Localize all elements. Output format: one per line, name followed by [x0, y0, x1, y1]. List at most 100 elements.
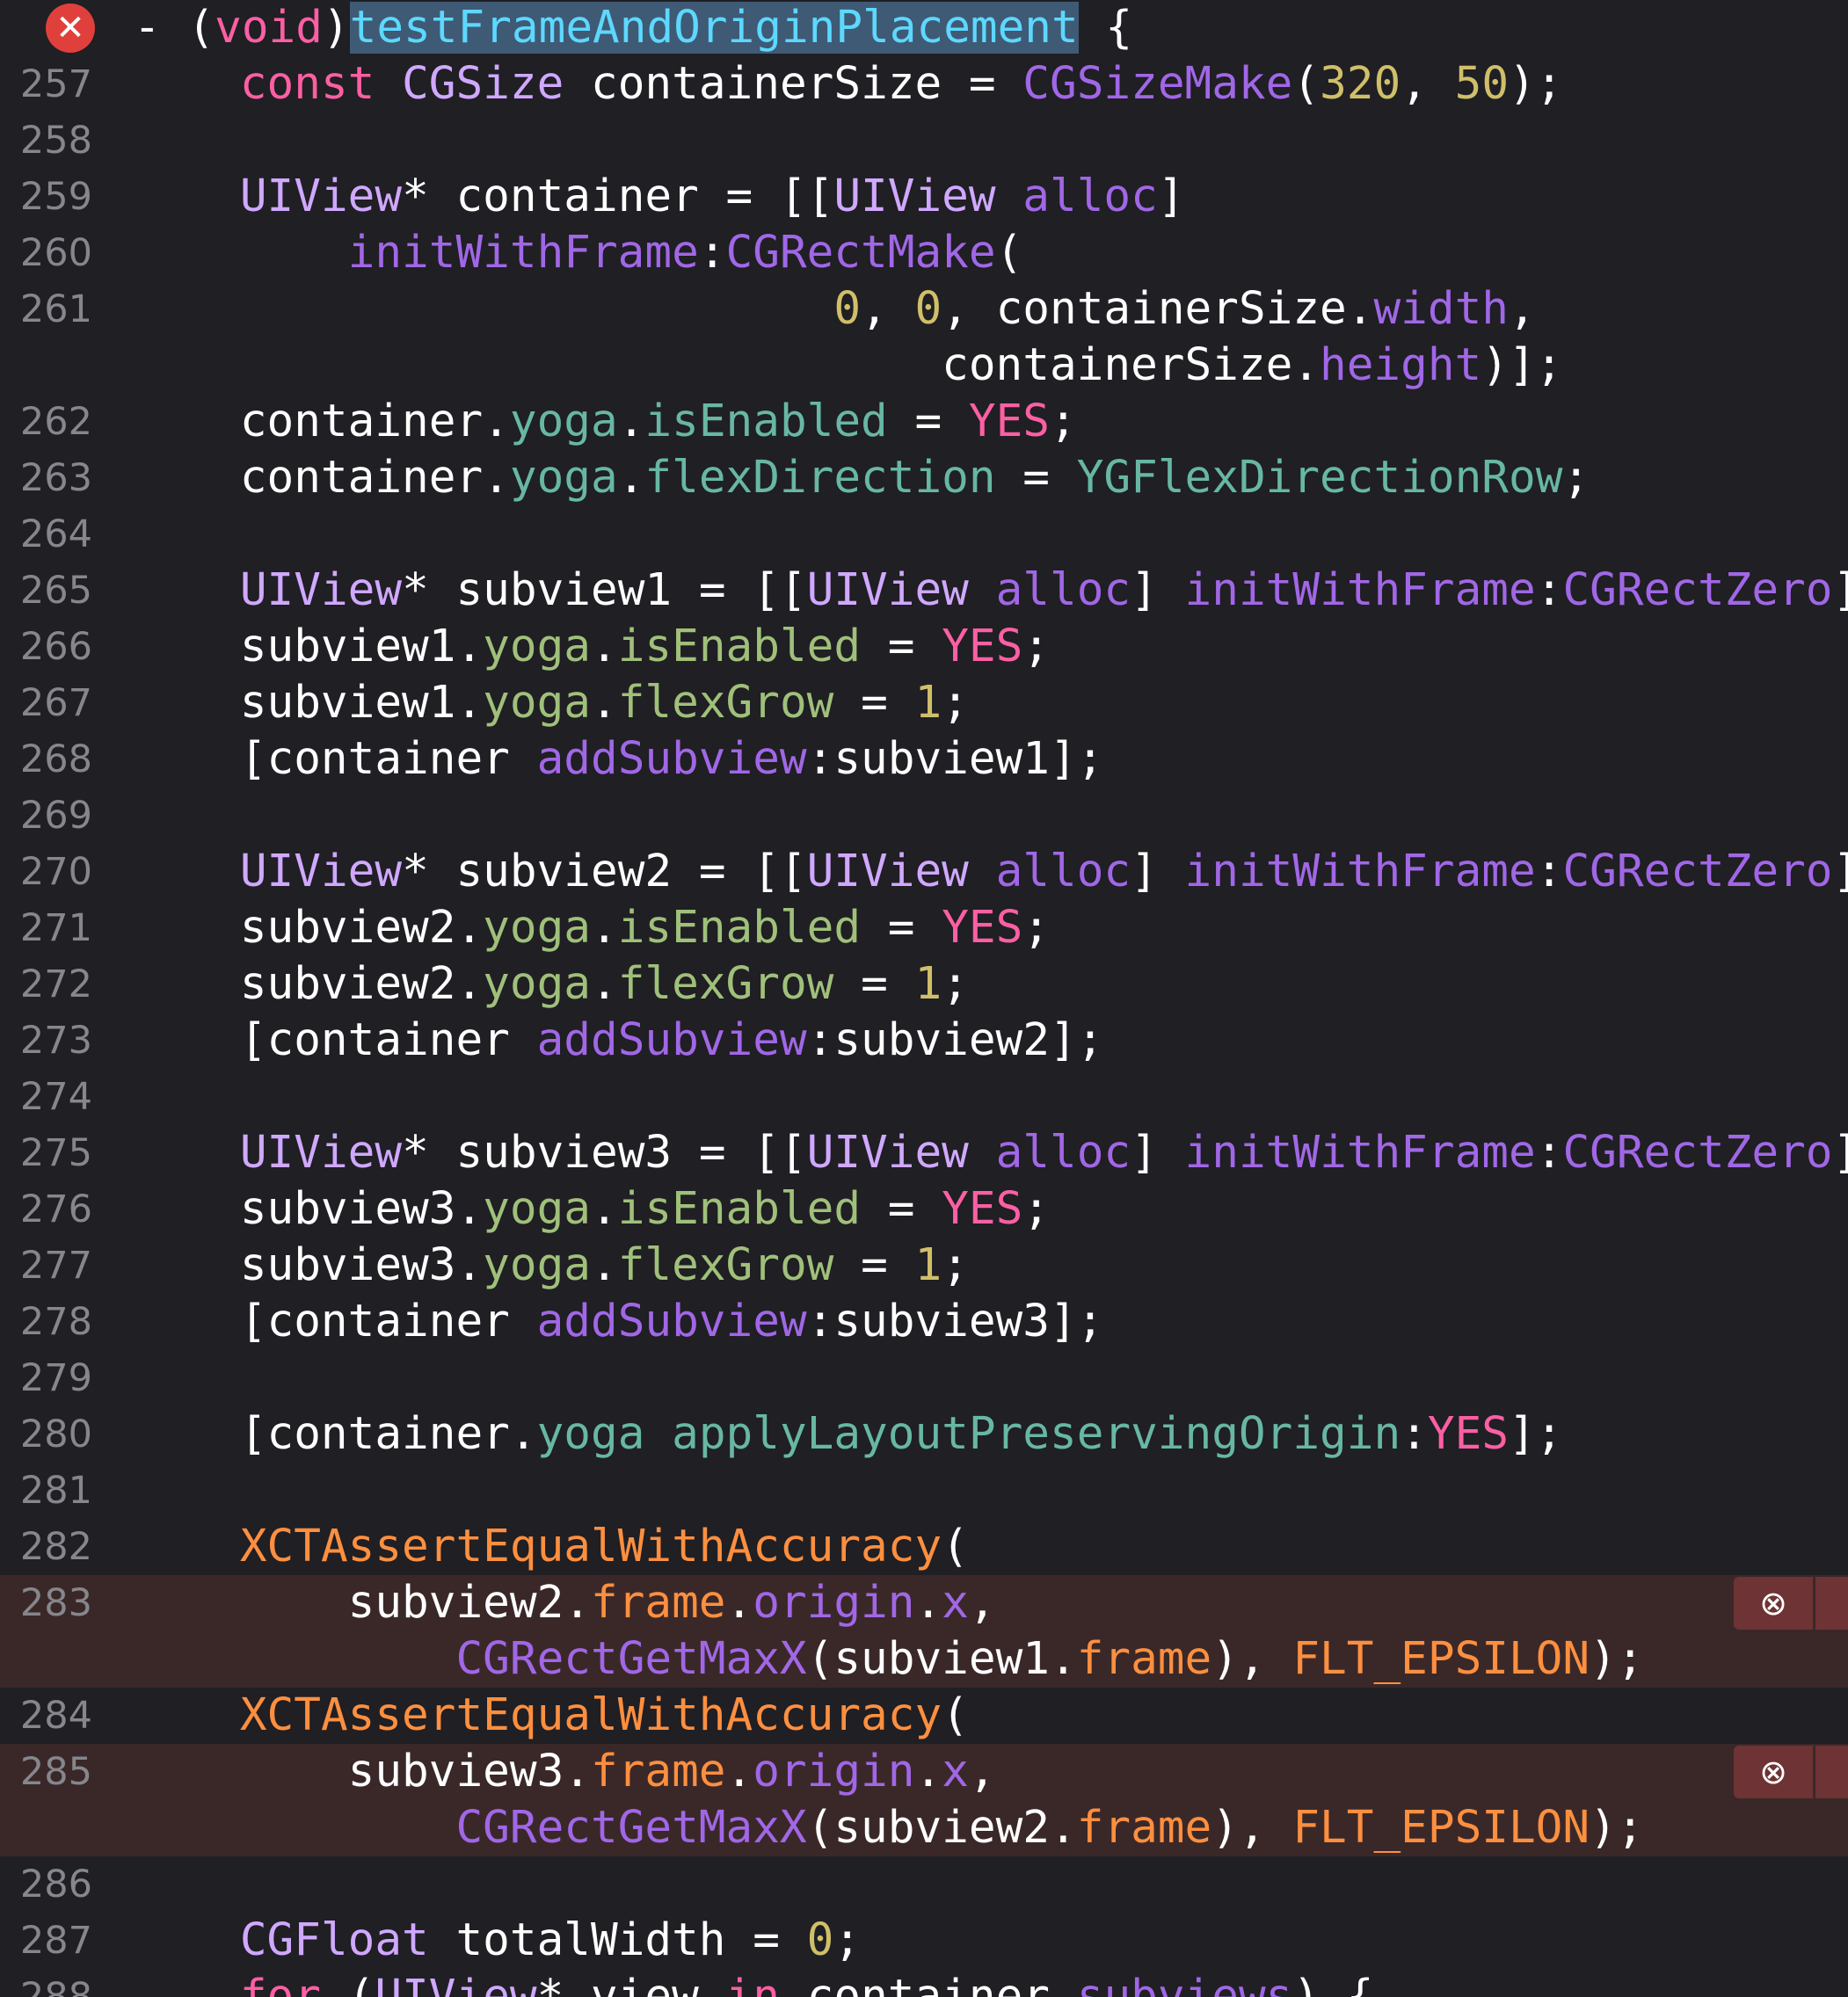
line-number: 260 [19, 231, 92, 275]
code-line[interactable]: 279 [0, 1350, 1848, 1406]
code-text: [container addSubview:subview1]; [132, 731, 1104, 788]
code-token: CGRectMake [725, 227, 996, 279]
code-line[interactable]: 276 subview3.yoga.isEnabled = YES; [0, 1181, 1848, 1238]
code-token: * subview1 = [[ [402, 564, 807, 616]
method-signature-line[interactable]: ✕ - (void)testFrameAndOriginPlacement { [0, 0, 1848, 56]
code-line[interactable]: 268 [container addSubview:subview1]; [0, 731, 1848, 788]
code-token: , [968, 1577, 996, 1629]
open-brace: { [1078, 2, 1133, 54]
code-line[interactable]: 284 XCTAssertEqualWithAccuracy( [0, 1688, 1848, 1744]
code-token: UIView [239, 846, 403, 897]
code-line[interactable]: 282 XCTAssertEqualWithAccuracy( [0, 1519, 1848, 1575]
code-token: UIView [806, 564, 969, 616]
line-number: 266 [19, 625, 92, 669]
error-x-circle-icon[interactable]: ✕ [46, 4, 95, 53]
code-line[interactable]: 283 subview2.frame.origin.x, ⊗ [0, 1575, 1848, 1631]
code-line[interactable]: 275 UIView* subview3 = [[UIView alloc] i… [0, 1125, 1848, 1181]
code-token: origin [753, 1746, 915, 1797]
code-token: frame [590, 1746, 726, 1797]
code-line[interactable]: 285 subview3.frame.origin.x, ⊗ [0, 1744, 1848, 1800]
code-token: UIView [806, 1127, 969, 1179]
line-number: 257 [19, 62, 92, 106]
code-line[interactable]: 270 UIView* subview2 = [[UIView alloc] i… [0, 844, 1848, 900]
code-token: . [914, 1577, 942, 1629]
code-token: FLT_EPSILON [1292, 1802, 1590, 1854]
code-token: alloc [1022, 171, 1158, 222]
code-line[interactable]: 281 [0, 1463, 1848, 1519]
code-line[interactable]: 265 UIView* subview1 = [[UIView alloc] i… [0, 563, 1848, 619]
code-line[interactable]: 261 0, 0, containerSize.width, [0, 281, 1848, 338]
line-number: 276 [19, 1187, 92, 1231]
code-line[interactable]: 286 [0, 1856, 1848, 1913]
code-token: : [698, 227, 726, 279]
code-line[interactable]: 263 container.yoga.flexDirection = YGFle… [0, 450, 1848, 506]
code-line[interactable]: CGRectGetMaxX(subview2.frame), FLT_EPSIL… [0, 1800, 1848, 1856]
code-line[interactable]: 267 subview1.yoga.flexGrow = 1; [0, 675, 1848, 731]
code-line[interactable]: CGRectGetMaxX(subview1.frame), FLT_EPSIL… [0, 1631, 1848, 1688]
code-token: subview2. [132, 1577, 591, 1629]
error-circle-icon[interactable]: ⊗ [1734, 1577, 1813, 1630]
code-token: . [725, 1746, 753, 1797]
code-token: YES [1427, 1408, 1509, 1460]
code-token: 1 [914, 1239, 942, 1291]
code-token: CGRectGetMaxX [455, 1802, 807, 1854]
code-line[interactable]: 273 [container addSubview:subview2]; [0, 1013, 1848, 1069]
line-number: 267 [19, 681, 92, 725]
code-line[interactable]: 269 [0, 788, 1848, 844]
code-token: = [861, 1183, 942, 1235]
code-token: isEnabled [617, 902, 862, 954]
code-token: CGRectGetMaxX [455, 1633, 807, 1685]
code-token: addSubview [536, 1014, 807, 1066]
code-line[interactable]: 258 [0, 113, 1848, 169]
code-line[interactable]: 288 for (UIView* view in container.subvi… [0, 1969, 1848, 1997]
code-token: . [591, 621, 618, 672]
code-token: = [861, 902, 942, 954]
line-number: 284 [19, 1694, 92, 1738]
code-token: ; [942, 677, 969, 729]
code-text: initWithFrame:CGRectMake( [132, 225, 1023, 281]
code-token: subview3. [132, 1239, 484, 1291]
code-line[interactable]: 266 subview1.yoga.isEnabled = YES; [0, 619, 1848, 675]
code-line[interactable]: 277 subview3.yoga.flexGrow = 1; [0, 1238, 1848, 1294]
code-token: )]; [1481, 339, 1563, 391]
code-token: FLT_EPSILON [1292, 1633, 1590, 1685]
method-name[interactable]: testFrameAndOriginPlacement [349, 2, 1079, 54]
code-line[interactable]: 259 UIView* container = [[UIView alloc] [0, 169, 1848, 225]
code-line[interactable]: 287 CGFloat totalWidth = 0; [0, 1913, 1848, 1969]
code-text: subview3.yoga.isEnabled = YES; [132, 1181, 1050, 1238]
code-text: 0, 0, containerSize.width, [132, 281, 1535, 338]
code-line[interactable]: 271 subview2.yoga.isEnabled = YES; [0, 900, 1848, 956]
code-token: XCTAssertEqualWithAccuracy [239, 1521, 942, 1572]
code-token: * view [536, 1971, 726, 1997]
code-token: CGRectZero [1562, 846, 1833, 897]
code-token: subviews [1076, 1971, 1293, 1997]
line-number: 258 [19, 119, 92, 163]
code-token: , [1401, 58, 1455, 110]
code-token: * subview3 = [[ [402, 1127, 807, 1179]
code-token: ] [1157, 171, 1185, 222]
line-number: 269 [19, 794, 92, 838]
code-line[interactable]: containerSize.height)]; [0, 338, 1848, 394]
code-line[interactable]: 262 container.yoga.isEnabled = YES; [0, 394, 1848, 450]
code-token: ( [942, 1689, 969, 1741]
line-number: 264 [19, 512, 92, 556]
code-editor[interactable]: ✕ - (void)testFrameAndOriginPlacement { … [0, 0, 1848, 1997]
code-token: , containerSize. [942, 283, 1374, 335]
code-line[interactable]: 264 [0, 506, 1848, 563]
code-text: subview2.frame.origin.x, [132, 1575, 996, 1631]
code-line[interactable]: 274 [0, 1069, 1848, 1125]
code-line[interactable]: 257 const CGSize containerSize = CGSizeM… [0, 56, 1848, 113]
code-line[interactable]: 260 initWithFrame:CGRectMake( [0, 225, 1848, 281]
code-line[interactable]: 278 [container addSubview:subview3]; [0, 1294, 1848, 1350]
error-circle-icon[interactable]: ⊗ [1734, 1746, 1813, 1798]
code-token: in [725, 1971, 780, 1997]
code-line[interactable]: 272 subview2.yoga.flexGrow = 1; [0, 956, 1848, 1013]
code-token: :subview1]; [806, 733, 1104, 785]
code-token: origin [753, 1577, 915, 1629]
code-token: flexGrow [617, 1239, 834, 1291]
code-line[interactable]: 280 [container.yoga applyLayoutPreservin… [0, 1406, 1848, 1463]
code-token: initWithFrame [1184, 564, 1536, 616]
